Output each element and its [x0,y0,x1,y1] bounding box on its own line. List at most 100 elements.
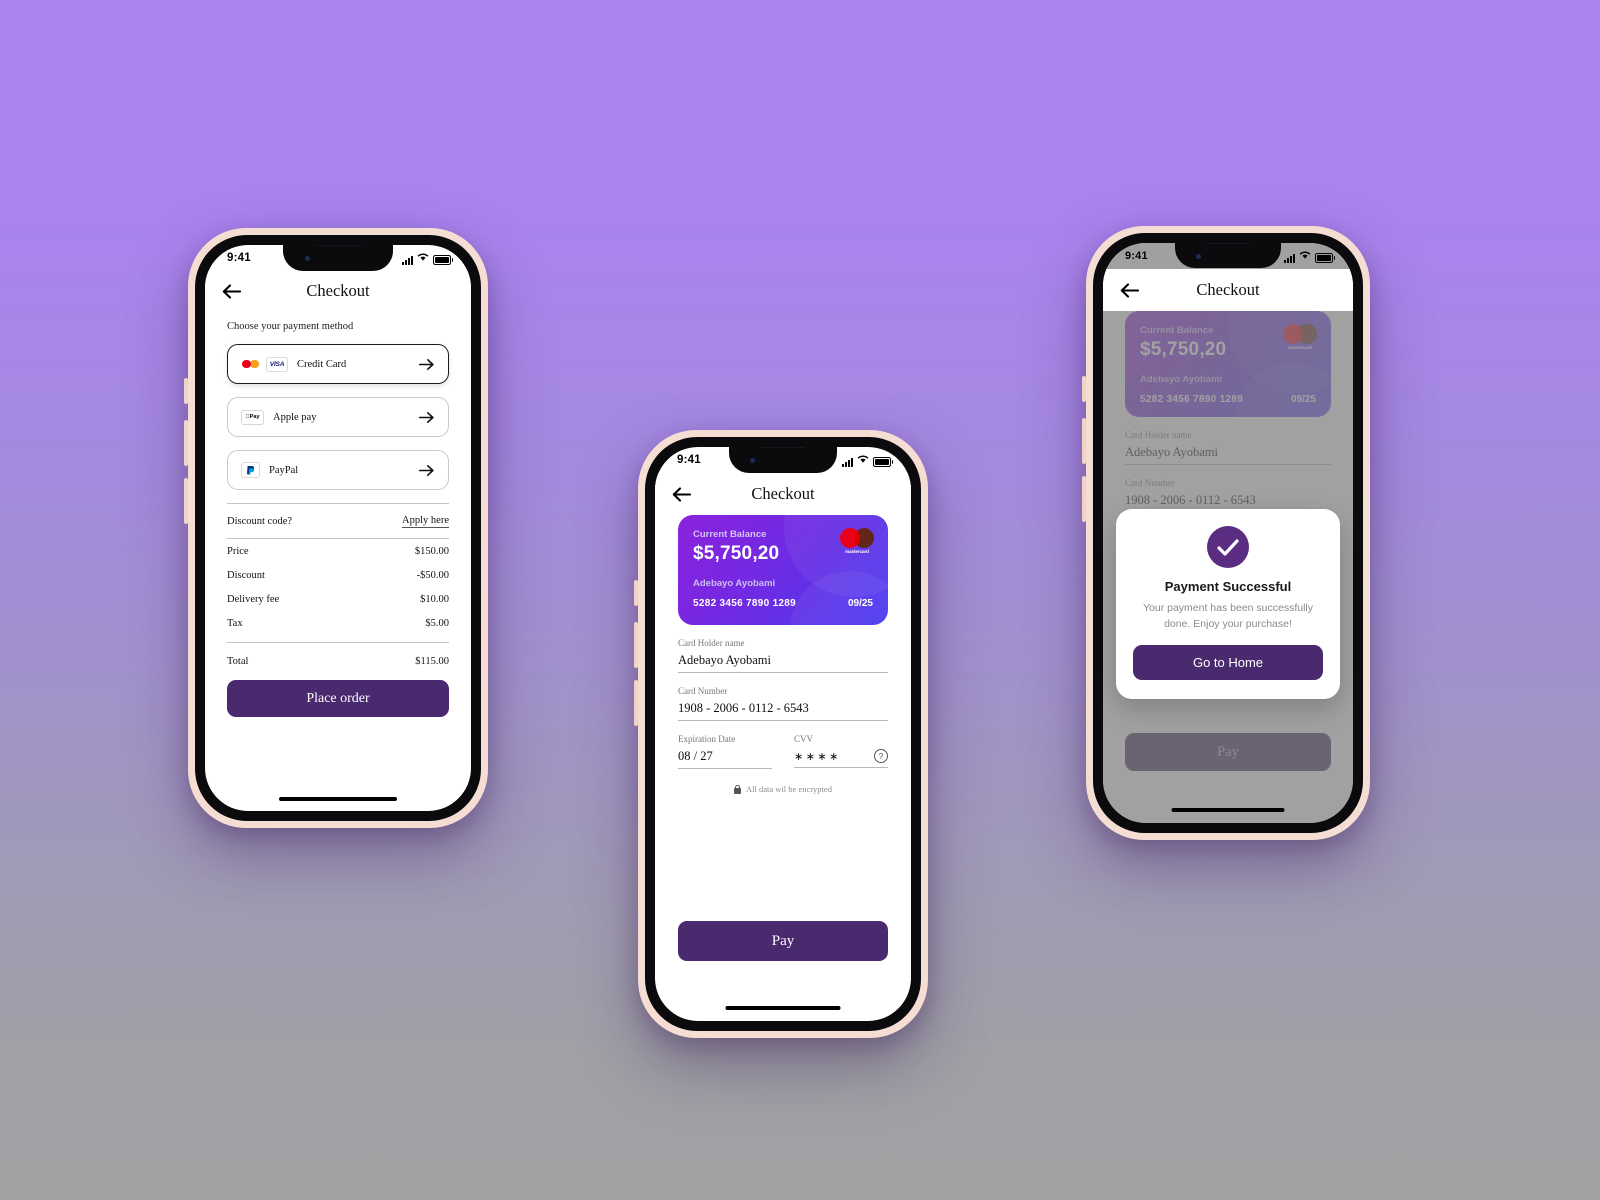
wifi-icon [1299,250,1311,263]
summary-value: $150.00 [414,546,449,557]
field-label: Card Holder name [678,638,745,648]
earpiece-speaker [760,447,806,448]
arrow-right-icon [418,464,434,476]
payment-option-label: Credit Card [297,358,347,370]
go-to-home-button[interactable]: Go to Home [1133,644,1323,680]
page-title: Checkout [751,484,815,503]
lock-icon [734,784,742,794]
phone-side-button [634,580,638,606]
phone-notch [283,245,393,271]
checkmark-icon [1207,526,1249,568]
arrow-right-icon [418,358,434,370]
summary-row-price: Price $150.00 [227,546,449,557]
visa-icon: VISA [266,356,288,372]
apple-pay-icon: Pay [241,409,264,425]
back-button[interactable] [219,279,243,303]
summary-label: Tax [227,618,243,629]
field-expiration-date: Expiration Date 08 / 27 [678,734,772,769]
field-label: CVV [794,734,814,744]
phone-bezel: 9:41 Checkout [645,437,921,1031]
card-number: 5282 3456 7890 1289 [693,598,797,609]
home-indicator [725,1006,841,1010]
order-summary: Price $150.00 Discount -$50.00 Delivery … [227,539,449,629]
wifi-icon [417,252,429,265]
battery-icon [873,456,891,467]
wifi-icon [857,454,869,467]
card-holder-name-input[interactable]: Adebayo Ayobami [678,648,888,673]
cellular-bars-icon [402,255,413,265]
summary-value: $10.00 [420,594,449,605]
discount-code-row: Discount code? Apply here [227,504,449,538]
battery-icon [433,254,451,265]
total-label: Total [227,656,249,667]
payment-option-label: PayPal [269,464,299,476]
phone-mockup-payment-success: 9:41 Checkout Payment Successful Your pa… [1082,226,1370,840]
phone-side-button [184,378,188,404]
phone-mockup-card-form: 9:41 Checkout mastercard Current Balance… [634,430,928,1038]
pay-button[interactable]: Pay [678,921,888,961]
home-indicator [1171,808,1285,812]
payment-option-credit-card[interactable]: VISA Credit Card [227,344,449,384]
payment-success-modal: Payment Successful Your payment has been… [1116,509,1340,699]
earpiece-speaker [314,245,362,246]
arrow-left-icon [1120,282,1139,298]
summary-row-discount: Discount -$50.00 [227,570,449,581]
arrow-left-icon [672,486,691,502]
phone-volume-down-button [1082,476,1086,522]
cvv-input[interactable]: ∗∗∗∗ [794,750,874,763]
arrow-left-icon [222,283,241,299]
cellular-bars-icon [1284,253,1295,263]
field-cvv: CVV ∗∗∗∗ ? [794,734,888,769]
modal-message: Your payment has been successfully done.… [1142,602,1314,631]
mastercard-icon [241,357,260,371]
modal-title: Payment Successful [1164,579,1292,594]
encryption-note: All data wil be encrypted [678,784,888,794]
paypal-icon [241,462,260,478]
front-camera [750,458,755,463]
phone-volume-up-button [1082,418,1086,464]
earpiece-speaker [1205,243,1251,244]
expiration-date-input[interactable]: 08 / 27 [678,744,772,769]
field-card-number: Card Number 1908 - 2006 - 0112 - 6543 [678,686,888,721]
payment-option-paypal[interactable]: PayPal [227,450,449,490]
place-order-button[interactable]: Place order [227,680,449,717]
status-time: 9:41 [677,454,701,466]
field-label: Expiration Date [678,734,736,744]
phone-volume-down-button [184,478,188,524]
home-indicator [279,797,397,801]
back-button[interactable] [1117,278,1141,302]
encryption-note-text: All data wil be encrypted [746,784,832,794]
field-card-holder-name: Card Holder name Adebayo Ayobami [678,638,888,673]
arrow-right-icon [418,411,434,423]
discount-code-label: Discount code? [227,515,293,527]
phone-volume-up-button [634,622,638,668]
payment-option-label: Apple pay [273,411,317,423]
summary-value: -$50.00 [416,570,449,581]
phone-notch [1175,243,1281,268]
nav-bar: Checkout [655,473,911,515]
phone-bezel: 9:41 Checkout [1093,233,1363,833]
back-button[interactable] [669,482,693,506]
page-title: Checkout [306,281,370,300]
summary-label: Price [227,546,249,557]
phone-bezel: 9:41 Checkout Choose your payment method… [195,235,481,821]
card-form-body: mastercard Current Balance $5,750,20 Ade… [655,515,911,794]
cellular-bars-icon [842,457,853,467]
dimmed-content-area: mastercard Current Balance $5,750,20 Ade… [1103,311,1353,823]
phone-notch [729,447,837,473]
screen-payment-methods: 9:41 Checkout Choose your payment method… [205,245,471,811]
card-number-input[interactable]: 1908 - 2006 - 0112 - 6543 [678,696,888,721]
front-camera [305,256,310,261]
field-label: Card Number [678,686,728,696]
phone-mockup-payment-methods: 9:41 Checkout Choose your payment method… [184,228,488,828]
mastercard-icon: mastercard [840,528,874,554]
front-camera [1196,254,1201,259]
payment-option-apple-pay[interactable]: Pay Apple pay [227,397,449,437]
phone-volume-up-button [184,420,188,466]
apply-discount-link[interactable]: Apply here [402,515,449,528]
credit-card-visual: mastercard Current Balance $5,750,20 Ade… [678,515,888,625]
mastercard-wordmark: mastercard [845,549,869,554]
question-circle-icon[interactable]: ? [874,749,888,763]
summary-label: Discount [227,570,265,581]
summary-row-delivery-fee: Delivery fee $10.00 [227,594,449,605]
